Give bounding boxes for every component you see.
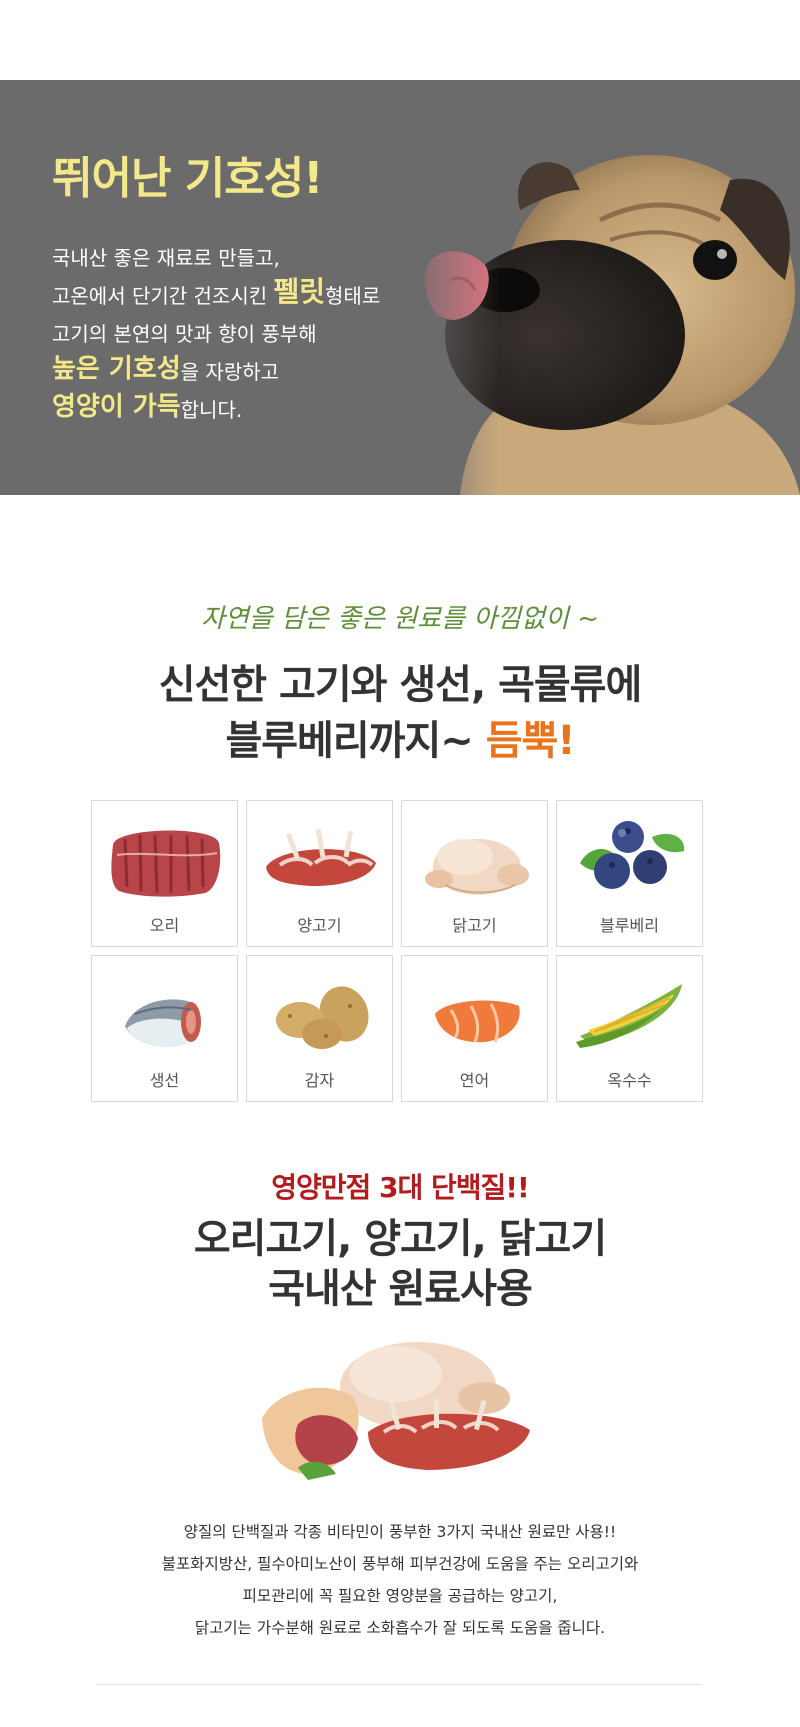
ingredient-label: 양고기 [297,916,342,935]
ingredient-label: 연어 [459,1071,490,1090]
meat-assortment-image [262,1342,530,1480]
description-line: 양질의 단백질과 각종 비타민이 풍부한 3가지 국내산 원료만 사용!! [183,1523,617,1541]
ingredient-card: 생선 [91,955,238,1102]
ingredient-card: 블루베리 [556,800,703,947]
description-line: 닭고기는 가수분해 원료로 소화흡수가 잘 되도록 도움을 줍니다. [194,1619,606,1637]
ingredient-label: 블루베리 [600,916,659,935]
corn-icon [576,984,682,1048]
protein-title-line-2: 국내산 원료사용 [268,1266,533,1312]
description-line: 불포화지방산, 필수아미노산이 풍부해 피부건강에 도움을 주는 오리고기와 [161,1555,639,1573]
ingredient-label: 오리 [149,916,180,935]
protein-subtitle: 영양만점 3대 단백질!! [271,1171,530,1204]
hero-line-2-text: 고온에서 단기간 건조시킨 [52,284,268,308]
hero-title: 뛰어난 기호성! [52,153,323,204]
palatability-highlight: 높은 기호성 [52,354,181,384]
lamb-ribs-icon [266,828,376,887]
ingredient-card: 옥수수 [556,955,703,1102]
ingredient-card: 감자 [246,955,393,1102]
description-line: 피모관리에 꼭 필요한 영양분을 공급하는 양고기, [242,1587,558,1605]
hero-line-2-suffix: 형태로 [325,284,381,308]
hero-description: 국내산 좋은 재료로 만들고, 고온에서 단기간 건조시킨 펠릿 형태로 고기의 … [52,230,452,420]
hero-line-3: 고기의 본연의 맛과 향이 풍부해 [52,306,452,344]
ingredient-card: 닭고기 [401,800,548,947]
ingredient-label: 닭고기 [452,916,497,935]
section-divider [96,1684,702,1685]
hero-banner: 뛰어난 기호성! 국내산 좋은 재료로 만들고, 고온에서 단기간 건조시킨 펠… [0,80,800,495]
script-subtitle: 자연을 담은 좋은 원료를 아낌없이 ~ [201,604,599,634]
pug-dog-image [400,80,800,495]
chicken-icon [425,839,529,895]
pellet-highlight: 펠릿 [273,275,326,308]
potato-icon [276,986,369,1049]
hero-line-5-suffix: 합니다. [180,398,243,422]
hero-line-4-suffix: 을 자랑하고 [180,360,280,384]
nutrition-highlight: 영양이 가득 [52,392,181,422]
ingredients-title-text: 블루베리까지~ [225,718,486,764]
blueberry-icon [580,821,685,889]
hero-line-1: 국내산 좋은 재료로 만들고, [52,230,452,268]
fish-icon [125,999,201,1047]
duck-meat-icon [111,830,221,897]
ingredient-card: 오리 [91,800,238,947]
ingredient-label: 생선 [149,1071,180,1090]
hero-line-2: 고온에서 단기간 건조시킨 펠릿 형태로 [52,268,452,308]
ingredient-label: 옥수수 [607,1071,652,1090]
ingredients-title-line-1: 신선한 고기와 생선, 곡물류에 [158,662,643,708]
ingredient-card: 양고기 [246,800,393,947]
ingredients-title-line-2: 블루베리까지~ 듬뿍! [0,708,800,766]
salmon-icon [435,1000,520,1043]
ingredient-card: 연어 [401,955,548,1102]
hero-line-5: 영양이 가득 합니다. [52,382,452,420]
hero-line-4: 높은 기호성 을 자랑하고 [52,344,452,382]
hero-line-3-text: 고기의 본연의 맛과 향이 풍부해 [52,322,317,346]
ingredient-label: 감자 [304,1071,335,1090]
ingredient-grid: 오리 양고기 닭고기 블루베리 생선 감자 연어 옥수수 [91,800,703,1102]
plenty-highlight: 듬뿍! [485,718,576,764]
protein-description: 양질의 단백질과 각종 비타민이 풍부한 3가지 국내산 원료만 사용!! 불포… [0,1516,800,1644]
hero-line-1-text: 국내산 좋은 재료로 만들고, [52,246,280,270]
